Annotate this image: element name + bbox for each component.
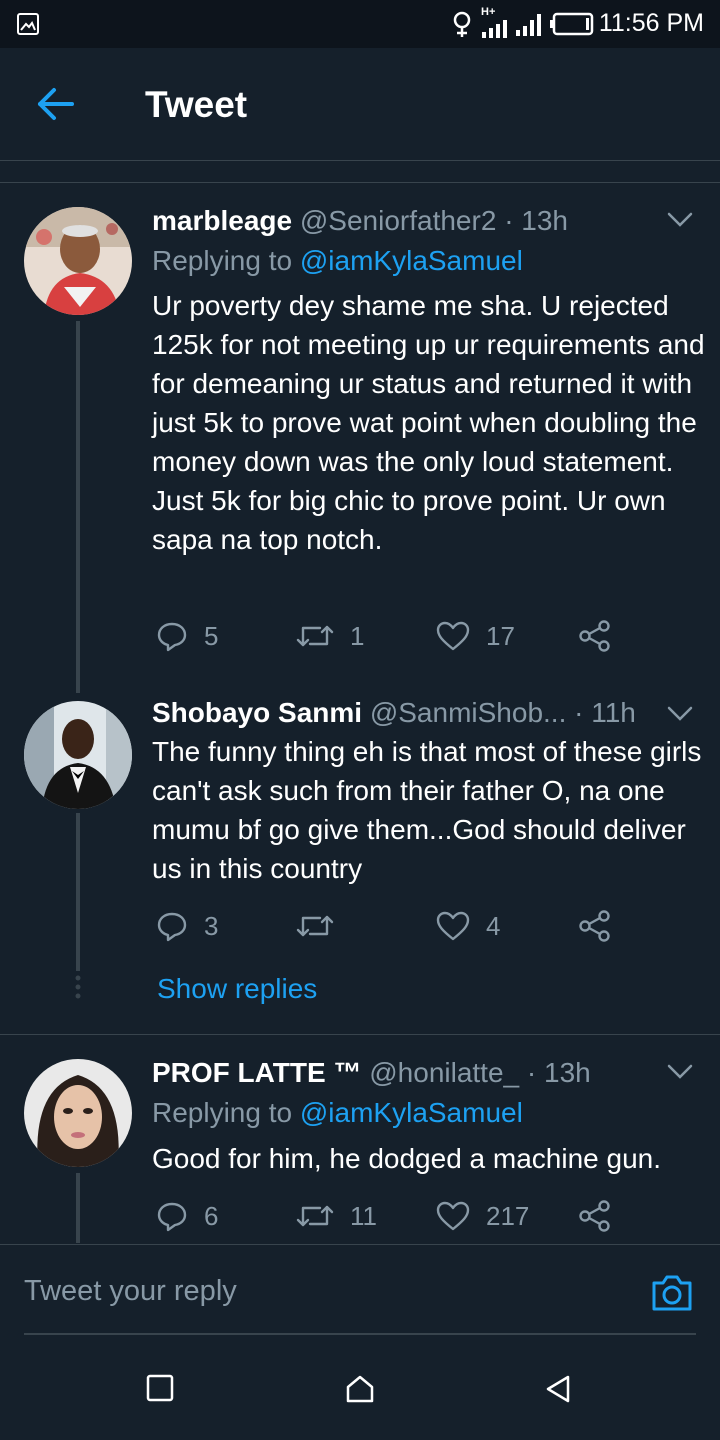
share-button[interactable]	[578, 616, 628, 656]
clock: 11:56 PM	[598, 9, 704, 37]
reply-button[interactable]: 5	[156, 616, 218, 656]
camera-icon[interactable]	[650, 1273, 694, 1313]
app-bar: Tweet	[0, 48, 720, 161]
like-count: 4	[486, 910, 501, 941]
display-name[interactable]: Shobayo Sanmi	[152, 697, 362, 728]
heart-icon	[436, 1201, 470, 1231]
replying-to: Replying to @iamKylaSamuel	[152, 1097, 523, 1128]
timestamp: · 13h	[526, 1057, 591, 1088]
avatar[interactable]	[24, 207, 132, 315]
signal-icon	[482, 20, 507, 38]
tweet-actions: 5 1 17	[152, 616, 632, 656]
reply-icon	[157, 622, 187, 652]
share-button[interactable]	[578, 1196, 628, 1236]
back-icon[interactable]	[544, 1374, 572, 1404]
retweet-icon	[296, 915, 334, 937]
tweet-marbleage[interactable]: marbleage @Seniorfather2 · 13h Replying …	[0, 183, 720, 693]
more-replies-dots	[75, 975, 81, 1004]
like-button[interactable]: 17	[436, 616, 515, 656]
avatar[interactable]	[24, 701, 132, 809]
heart-icon	[436, 911, 470, 941]
tweet-text: The funny thing eh is that most of these…	[152, 736, 702, 884]
status-bar: H+ 11:56 PM	[0, 0, 720, 48]
retweet-icon	[296, 625, 334, 647]
tweet-text: Ur poverty dey shame me sha. U rejected …	[152, 290, 705, 555]
battery-icon	[550, 12, 594, 36]
retweet-button[interactable]: 1	[296, 616, 364, 656]
show-replies-link[interactable]: Show replies	[157, 973, 317, 1005]
system-nav-bar	[0, 1344, 720, 1440]
signal-type-label: H+	[481, 6, 496, 18]
like-count: 17	[486, 620, 515, 651]
avatar[interactable]	[24, 1059, 132, 1167]
retweet-icon	[296, 1205, 334, 1227]
timestamp: · 11h	[574, 697, 636, 728]
chevron-down-icon[interactable]	[666, 705, 694, 723]
back-arrow-icon[interactable]	[36, 86, 76, 122]
share-icon	[579, 620, 610, 652]
mention-link[interactable]: @iamKylaSamuel	[300, 245, 523, 276]
thread-line	[76, 813, 80, 971]
handle[interactable]: @Seniorfather2	[300, 205, 497, 236]
reply-button[interactable]: 6	[156, 1196, 218, 1236]
reply-composer: Tweet your reply	[0, 1244, 720, 1345]
home-icon[interactable]	[345, 1374, 375, 1404]
thread-line	[76, 1173, 80, 1243]
share-icon	[579, 1200, 610, 1232]
share-icon	[579, 910, 610, 942]
heart-icon	[436, 621, 470, 651]
handle[interactable]: @SanmiShob...	[370, 697, 567, 728]
tweet-actions: 6 11 217	[152, 1196, 632, 1236]
retweet-count: 1	[350, 620, 365, 651]
retweet-count: 11	[350, 1200, 377, 1231]
reply-icon	[157, 912, 187, 942]
page-title: Tweet	[145, 84, 248, 125]
divider	[24, 1333, 696, 1335]
share-button[interactable]	[578, 906, 628, 946]
chevron-down-icon[interactable]	[666, 211, 694, 229]
reply-input[interactable]: Tweet your reply	[24, 1275, 584, 1315]
reply-button[interactable]: 3	[156, 906, 218, 946]
like-button[interactable]: 217	[436, 1196, 529, 1236]
gallery-icon	[17, 13, 39, 35]
thread-line	[76, 321, 80, 693]
display-name[interactable]: marbleage	[152, 205, 292, 236]
tweet-header: marbleage @Seniorfather2 · 13h	[152, 205, 568, 237]
replying-to: Replying to @iamKylaSamuel	[152, 245, 523, 276]
recent-apps-icon[interactable]	[146, 1374, 174, 1402]
display-name[interactable]: PROF LATTE ™	[152, 1057, 361, 1088]
retweet-button[interactable]: 11	[296, 1196, 377, 1236]
timestamp: · 13h	[504, 205, 569, 236]
signal-icon-2	[516, 14, 541, 36]
location-icon	[453, 11, 471, 37]
reply-count: 6	[204, 1200, 219, 1231]
tweet-shobayo-sanmi[interactable]: Shobayo Sanmi @SanmiShob... · 11h The fu…	[0, 683, 720, 1033]
reply-count: 3	[204, 910, 219, 941]
tweet-text: Good for him, he dodged a machine gun.	[152, 1143, 662, 1174]
like-button[interactable]: 4	[436, 906, 500, 946]
handle[interactable]: @honilatte_	[369, 1057, 519, 1088]
mention-link[interactable]: @iamKylaSamuel	[300, 1097, 523, 1128]
chevron-down-icon[interactable]	[666, 1063, 694, 1081]
retweet-button[interactable]	[296, 906, 350, 946]
tweet-actions: 3 4	[152, 906, 632, 946]
reply-count: 5	[204, 620, 219, 651]
like-count: 217	[486, 1200, 530, 1231]
reply-icon	[157, 1202, 187, 1232]
tweet-header: Shobayo Sanmi @SanmiShob... · 11h	[152, 697, 636, 729]
tweet-header: PROF LATTE ™ @honilatte_ · 13h	[152, 1057, 591, 1089]
tweet-prof-latte[interactable]: PROF LATTE ™ @honilatte_ · 13h Replying …	[0, 1035, 720, 1243]
